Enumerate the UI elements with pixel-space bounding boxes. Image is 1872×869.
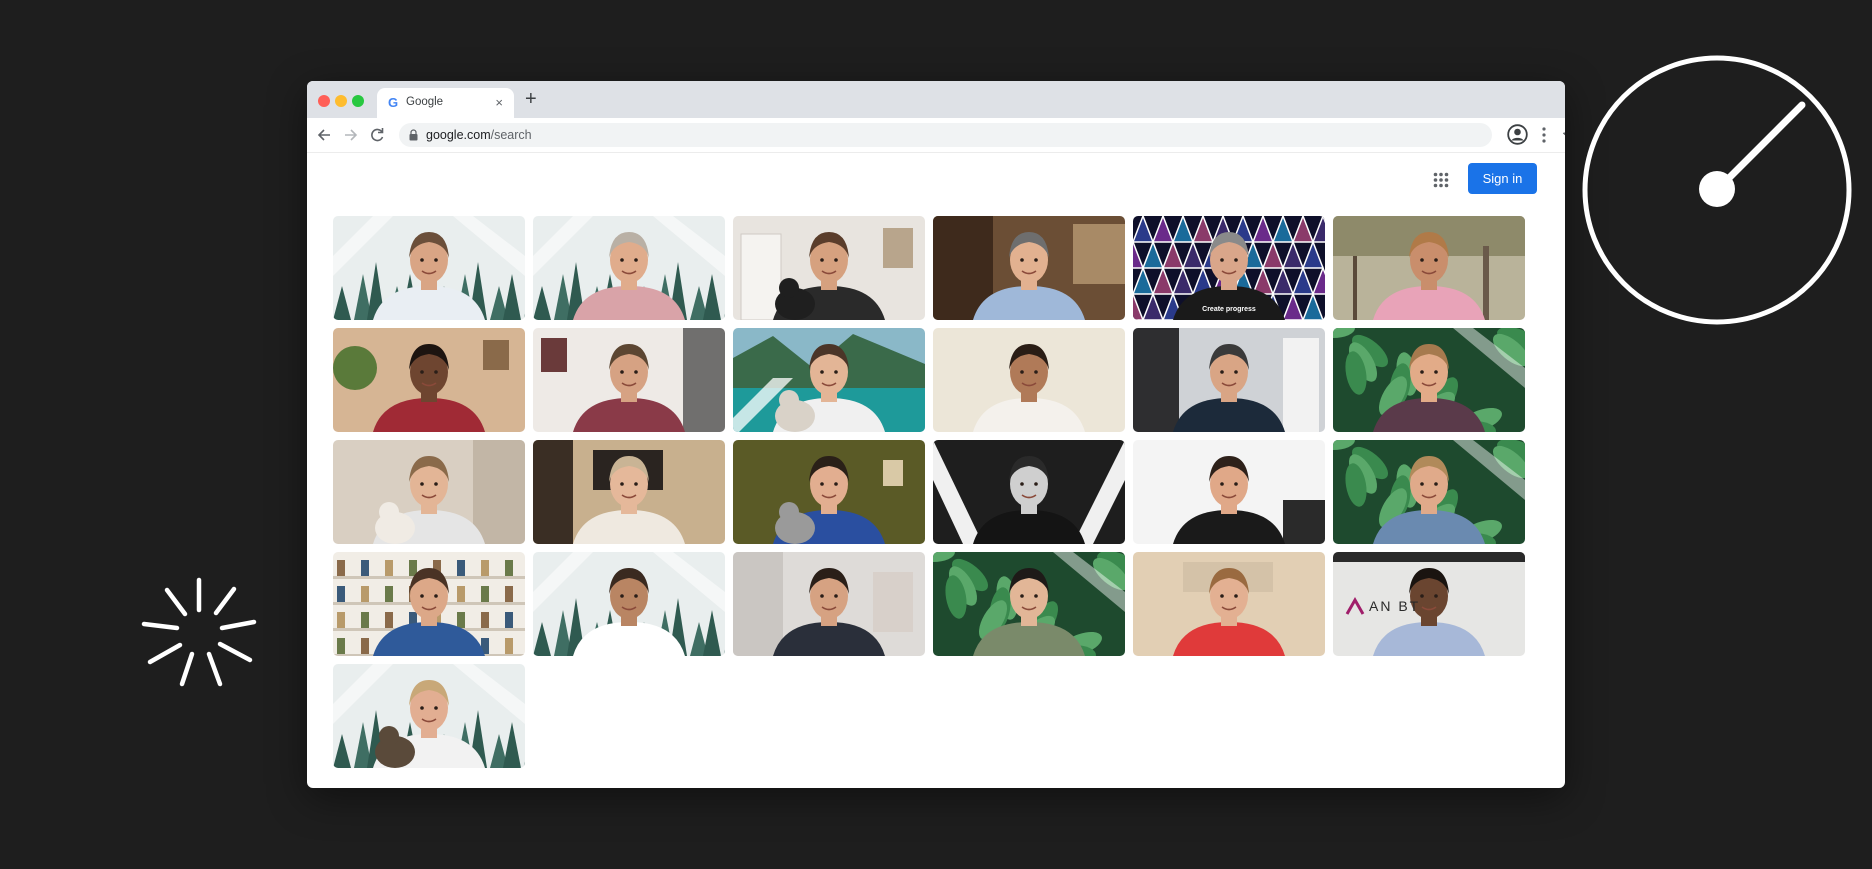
- video-tile[interactable]: [333, 552, 525, 656]
- video-tile[interactable]: [933, 440, 1125, 544]
- video-tile[interactable]: [333, 328, 525, 432]
- participant-avatar: [373, 456, 485, 544]
- video-tile[interactable]: [1133, 328, 1325, 432]
- bookmark-star-icon[interactable]: [1562, 127, 1565, 143]
- participant-avatar: [373, 344, 485, 432]
- participant-avatar: [1173, 568, 1285, 656]
- participant-avatar: [973, 344, 1085, 432]
- video-tile[interactable]: [1133, 552, 1325, 656]
- participant-avatar: [573, 568, 685, 656]
- video-tile[interactable]: [733, 216, 925, 320]
- video-tile[interactable]: [933, 328, 1125, 432]
- wall-sign-text: AN BT: [1369, 598, 1421, 614]
- loading-spinner-icon: [141, 577, 257, 687]
- participant-avatar: [973, 232, 1085, 320]
- new-tab-button[interactable]: +: [525, 89, 537, 109]
- close-tab-icon[interactable]: ×: [495, 95, 503, 110]
- participant-avatar: [1373, 456, 1485, 544]
- video-tile[interactable]: [333, 664, 525, 768]
- video-tile[interactable]: AN BT: [1333, 552, 1525, 656]
- video-tile[interactable]: [533, 552, 725, 656]
- participant-avatar: [373, 232, 485, 320]
- participant-avatar: [773, 232, 885, 320]
- participant-avatar: [1173, 344, 1285, 432]
- timer-dial-icon: [1582, 55, 1852, 325]
- participant-avatar: [373, 568, 485, 656]
- video-tile[interactable]: [1333, 216, 1525, 320]
- apps-grid-icon[interactable]: [1433, 172, 1449, 188]
- participant-avatar: [973, 456, 1085, 544]
- sign-in-button[interactable]: Sign in: [1468, 163, 1537, 194]
- video-tile[interactable]: [533, 440, 725, 544]
- participant-avatar: [973, 568, 1085, 656]
- shirt-caption: Create progress: [1202, 306, 1256, 313]
- maximize-window-button[interactable]: [352, 95, 364, 107]
- participant-avatar: [573, 456, 685, 544]
- google-favicon-icon: G: [387, 95, 399, 110]
- tab-strip: G Google × +: [307, 81, 1565, 118]
- video-tile[interactable]: [1333, 440, 1525, 544]
- video-tile[interactable]: [1333, 328, 1525, 432]
- video-tile[interactable]: [733, 440, 925, 544]
- minimize-window-button[interactable]: [335, 95, 347, 107]
- participant-avatar: [1373, 568, 1485, 656]
- close-window-button[interactable]: [318, 95, 330, 107]
- video-tile[interactable]: [933, 552, 1125, 656]
- url-text: google.com/search: [426, 128, 532, 142]
- page-content: Sign in Create progress AN BT: [307, 153, 1565, 788]
- video-tile[interactable]: [1133, 440, 1325, 544]
- participant-avatar: [373, 680, 485, 768]
- video-tile[interactable]: [333, 216, 525, 320]
- video-tile-grid: Create progress AN BT: [333, 216, 1525, 768]
- video-tile[interactable]: [733, 328, 925, 432]
- reload-icon[interactable]: [368, 125, 386, 145]
- participant-avatar: [1373, 344, 1485, 432]
- participant-avatar: [1173, 232, 1285, 320]
- back-arrow-icon[interactable]: [315, 125, 333, 145]
- participant-avatar: [1373, 232, 1485, 320]
- video-tile[interactable]: [733, 552, 925, 656]
- participant-avatar: [773, 344, 885, 432]
- tab-title: Google: [406, 96, 444, 108]
- browser-toolbar: google.com/search: [307, 118, 1565, 153]
- lock-icon: [409, 129, 418, 141]
- video-tile[interactable]: [533, 328, 725, 432]
- participant-avatar: [1173, 456, 1285, 544]
- video-tile[interactable]: [533, 216, 725, 320]
- video-tile[interactable]: Create progress: [1133, 216, 1325, 320]
- url-host: google.com: [426, 128, 491, 142]
- participant-avatar: [573, 344, 685, 432]
- profile-avatar-icon[interactable]: [1507, 124, 1528, 145]
- more-menu-icon[interactable]: [1542, 126, 1546, 144]
- forward-arrow-icon[interactable]: [342, 125, 360, 145]
- video-tile[interactable]: [933, 216, 1125, 320]
- video-tile[interactable]: [333, 440, 525, 544]
- participant-avatar: [573, 232, 685, 320]
- participant-avatar: [773, 568, 885, 656]
- tab-google[interactable]: G Google ×: [377, 88, 514, 118]
- address-bar[interactable]: google.com/search: [399, 123, 1565, 147]
- url-path: /search: [490, 128, 532, 142]
- browser-window: G Google × + google.com/search Sign in C…: [307, 81, 1565, 788]
- participant-avatar: [773, 456, 885, 544]
